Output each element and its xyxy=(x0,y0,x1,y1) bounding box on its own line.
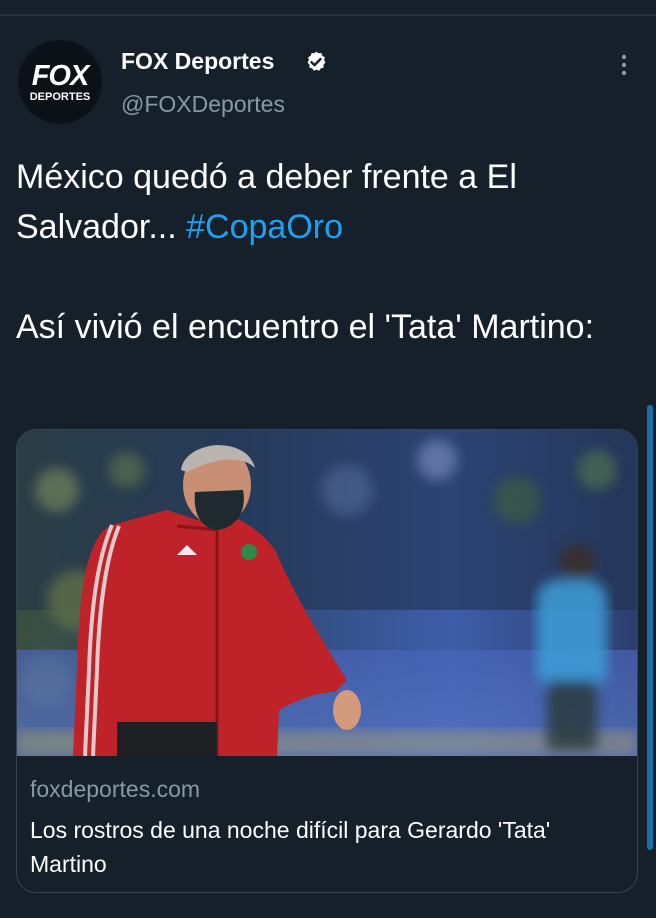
tweet-text: México quedó a deber frente a El Salvado… xyxy=(16,152,636,352)
link-preview-card[interactable]: foxdeportes.com Los rostros de una noche… xyxy=(16,429,638,893)
card-domain: foxdeportes.com xyxy=(30,776,201,802)
tweet-screen: FOX DEPORTES FOX Deportes @FOXDeportes M… xyxy=(0,0,656,918)
scrollbar[interactable] xyxy=(647,405,653,850)
avatar[interactable]: FOX DEPORTES xyxy=(18,40,102,124)
tweet-text-line-2: Así vivió el encuentro el 'Tata' Martino… xyxy=(16,308,595,346)
author-display-name[interactable]: FOX Deportes xyxy=(121,46,274,76)
avatar-logo-text: FOX xyxy=(31,59,90,92)
card-title: Los rostros de una noche difícil para Ge… xyxy=(30,817,551,877)
avatar-logo-subtext: DEPORTES xyxy=(29,90,91,103)
author-handle[interactable]: @FOXDeportes xyxy=(121,89,285,119)
top-divider xyxy=(0,14,656,16)
more-options-icon[interactable] xyxy=(614,52,634,78)
tweet-text-paragraph-1: México quedó a deber frente a El Salvado… xyxy=(16,152,636,252)
card-image xyxy=(17,430,637,756)
verified-badge-icon xyxy=(307,51,326,71)
hashtag-link[interactable]: #CopaOro xyxy=(186,208,343,246)
